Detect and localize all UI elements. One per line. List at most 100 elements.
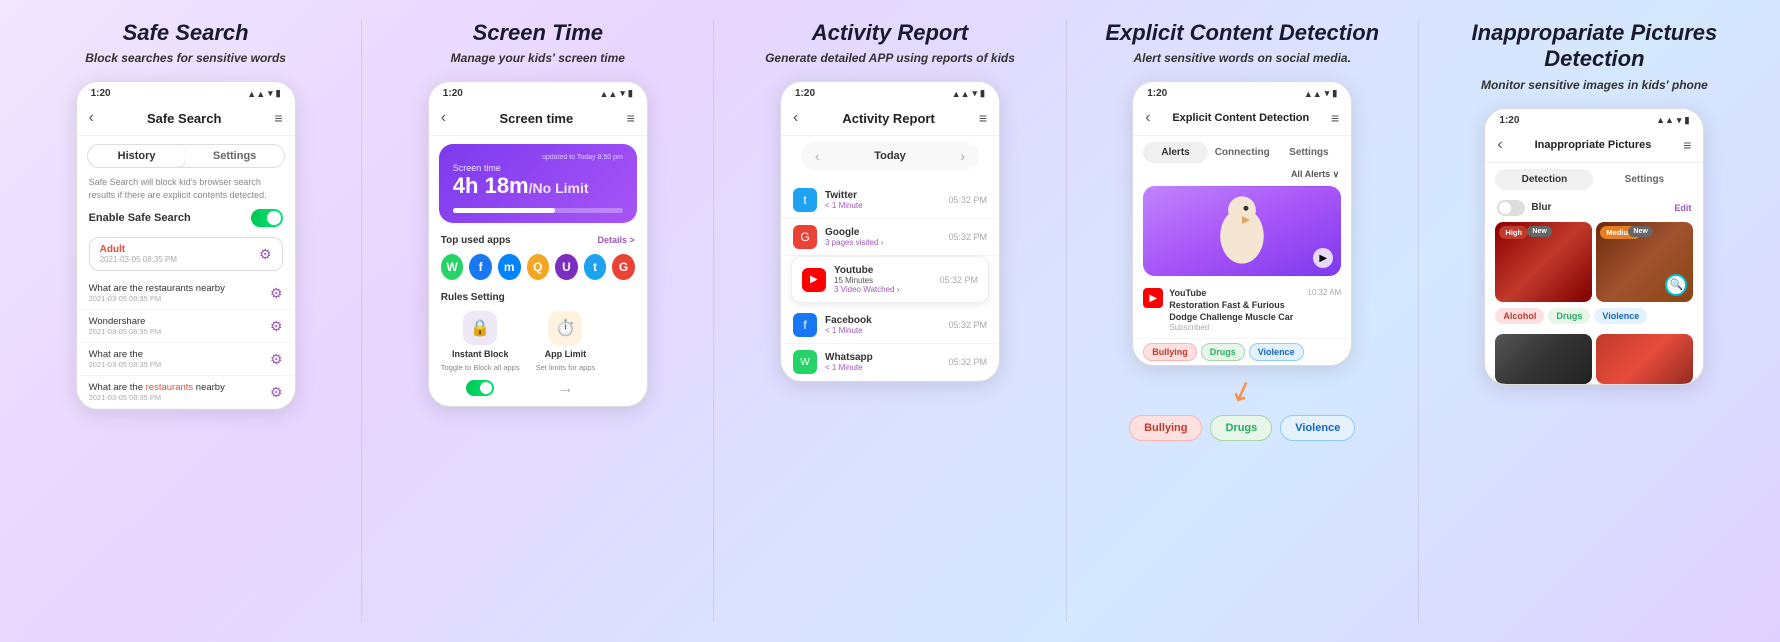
ss-tab-history[interactable]: History [88, 145, 186, 167]
rule-label-2: App Limit [545, 349, 587, 359]
ip-bottom-tags: Alcohol Drugs Violence [1485, 302, 1703, 330]
ec-arrow: ↙ [1226, 371, 1259, 410]
ss-item-text-3: What are the [89, 349, 162, 360]
status-time-2: 1:20 [443, 88, 463, 99]
rule-icon-box-2: ⏱️ [548, 311, 582, 345]
ec-tab-connecting[interactable]: Connecting [1210, 142, 1275, 163]
ar-item-facebook: f Facebook < 1 Minute 05:32 PM [781, 307, 999, 344]
google-icon: G [793, 225, 817, 249]
menu-icon-2[interactable]: ≡ [627, 110, 635, 126]
ec-tab-alerts[interactable]: Alerts [1143, 142, 1208, 163]
signal-icon-5: ▲▲ [1656, 115, 1674, 125]
whatsapp-icon: W [793, 350, 817, 374]
signal-icon-2: ▲▲ [599, 89, 617, 99]
status-time-4: 1:20 [1147, 88, 1167, 99]
menu-icon-4[interactable]: ≡ [1331, 110, 1339, 126]
edit-link[interactable]: Edit [1674, 203, 1691, 213]
status-icons-4: ▲▲ ▾ ▮ [1304, 88, 1337, 99]
blur-toggle[interactable] [1497, 200, 1525, 216]
battery-icon-4: ▮ [1332, 88, 1337, 99]
ar-time-twitter: 05:32 PM [948, 195, 987, 205]
ec-image-card: ▶ [1143, 186, 1341, 276]
gear-icon-3[interactable]: ⚙ [270, 318, 283, 335]
st-progress-fill [453, 208, 555, 213]
tag-bullying: Bullying [1143, 343, 1197, 361]
ar-app-sub-whatsapp: < 1 Minute [825, 363, 873, 372]
ar-nav-next[interactable]: › [960, 148, 965, 164]
highlight-text: restaurants [146, 382, 194, 393]
rule-arrow-2[interactable]: → [557, 380, 573, 398]
ip-tab-settings[interactable]: Settings [1595, 169, 1693, 190]
ar-app-name-whatsapp: Whatsapp [825, 352, 873, 363]
ec-video-time: 10:32 AM [1307, 288, 1341, 297]
wifi-icon-2: ▾ [620, 88, 625, 99]
ip-blur-row: Blur Edit [1485, 196, 1703, 222]
ar-item-whatsapp: W Whatsapp < 1 Minute 05:32 PM [781, 344, 999, 381]
activity-report-phone: 1:20 ▲▲ ▾ ▮ ‹ Activity Report ≡ ‹ Today … [780, 81, 1000, 382]
activity-report-title: Activity Report [812, 20, 968, 46]
ar-item-left-twitter: t Twitter < 1 Minute [793, 188, 863, 212]
gear-icon-1[interactable]: ⚙ [259, 246, 272, 263]
ar-nav-label: Today [874, 150, 906, 162]
rules-items: 🔒 Instant Block Toggle to Block all apps… [441, 311, 635, 398]
back-arrow-2[interactable]: ‹ [441, 109, 446, 127]
explicit-content-subtitle: Alert sensitive words on social media. [1134, 50, 1351, 67]
signal-icon-3: ▲▲ [952, 89, 970, 99]
wifi-icon-5: ▾ [1677, 115, 1682, 126]
section-activity-report: Activity Report Generate detailed APP us… [713, 20, 1065, 622]
ar-app-info-youtube: Youtube 15 Minutes 3 Video Watched › [834, 265, 899, 294]
ar-item-left-google: G Google 3 pages visited › [793, 225, 883, 249]
ar-item-left-youtube: ▶ Youtube 15 Minutes 3 Video Watched › [802, 265, 899, 294]
ec-video-row: ▶ YouTube Restoration Fast & Furious Dod… [1133, 282, 1351, 339]
ss-desc: Safe Search will block kid's browser sea… [89, 176, 283, 201]
ar-item-left-facebook: f Facebook < 1 Minute [793, 313, 872, 337]
menu-icon-3[interactable]: ≡ [979, 110, 987, 126]
bird-image [1143, 186, 1341, 276]
ec-video-desc: Restoration Fast & Furious Dodge Challen… [1169, 300, 1301, 323]
youtube-icon-ar: ▶ [802, 268, 826, 292]
wifi-icon: ▾ [268, 88, 273, 99]
rule-toggle-1[interactable] [466, 380, 494, 396]
explicit-content-phone: 1:20 ▲▲ ▾ ▮ ‹ Explicit Content Detection… [1132, 81, 1352, 366]
facebook-icon: f [793, 313, 817, 337]
st-details[interactable]: Details > [598, 235, 635, 245]
youtube-icon-ec: ▶ [1143, 288, 1163, 308]
menu-icon-1[interactable]: ≡ [274, 110, 282, 126]
ss-tabs: History Settings [87, 144, 285, 168]
back-arrow-4[interactable]: ‹ [1145, 109, 1150, 127]
ss-item-date-1: 2021-03-05 08:35 PM [89, 294, 225, 303]
back-arrow-5[interactable]: ‹ [1497, 136, 1502, 154]
search-alert-icon: 🔍 [1670, 278, 1684, 291]
screen-time-title: Screen Time [473, 20, 603, 46]
img-badge-high: High [1499, 226, 1528, 239]
ec-filter[interactable]: All Alerts ∨ [1133, 169, 1351, 186]
ar-app-sub-twitter: < 1 Minute [825, 201, 863, 210]
ar-app-name-google: Google [825, 227, 883, 238]
img-badge-new-2: New [1628, 226, 1652, 237]
ss-alert-badge: Adult 2021-03-05 08:35 PM ⚙ [89, 237, 283, 271]
inappropriate-pictures-title: Inappropariate Pictures Detection [1427, 20, 1762, 73]
ss-toggle[interactable] [251, 209, 283, 227]
ss-list-item-3: What are the 2021-03-05 08:35 PM ⚙ [77, 343, 295, 376]
ec-arrow-wrapper: ↙ [1230, 374, 1253, 407]
back-arrow-1[interactable]: ‹ [89, 109, 94, 127]
back-arrow-3[interactable]: ‹ [793, 109, 798, 127]
st-apps-header: Top used apps Details > [429, 231, 647, 250]
ec-tab-settings[interactable]: Settings [1277, 142, 1342, 163]
ss-item-text-2: Wondershare [89, 316, 162, 327]
section-inappropriate-pictures: Inappropariate Pictures Detection Monito… [1418, 20, 1770, 622]
signal-icon: ▲▲ [247, 89, 265, 99]
gear-icon-4[interactable]: ⚙ [270, 351, 283, 368]
menu-icon-5[interactable]: ≡ [1683, 137, 1691, 153]
ip-tab-detection[interactable]: Detection [1495, 169, 1593, 190]
ar-app-sub-google: 3 pages visited › [825, 238, 883, 247]
gear-icon-2[interactable]: ⚙ [270, 285, 283, 302]
ss-tab-settings[interactable]: Settings [186, 145, 284, 167]
battery-icon-2: ▮ [628, 88, 633, 99]
ar-time-facebook: 05:32 PM [948, 320, 987, 330]
gear-icon-5[interactable]: ⚙ [270, 384, 283, 401]
rule-label-1: Instant Block [452, 349, 509, 359]
safe-search-subtitle: Block searches for sensitive words [85, 50, 286, 67]
ar-app-name-youtube: Youtube [834, 265, 899, 276]
ar-nav-prev[interactable]: ‹ [815, 148, 820, 164]
